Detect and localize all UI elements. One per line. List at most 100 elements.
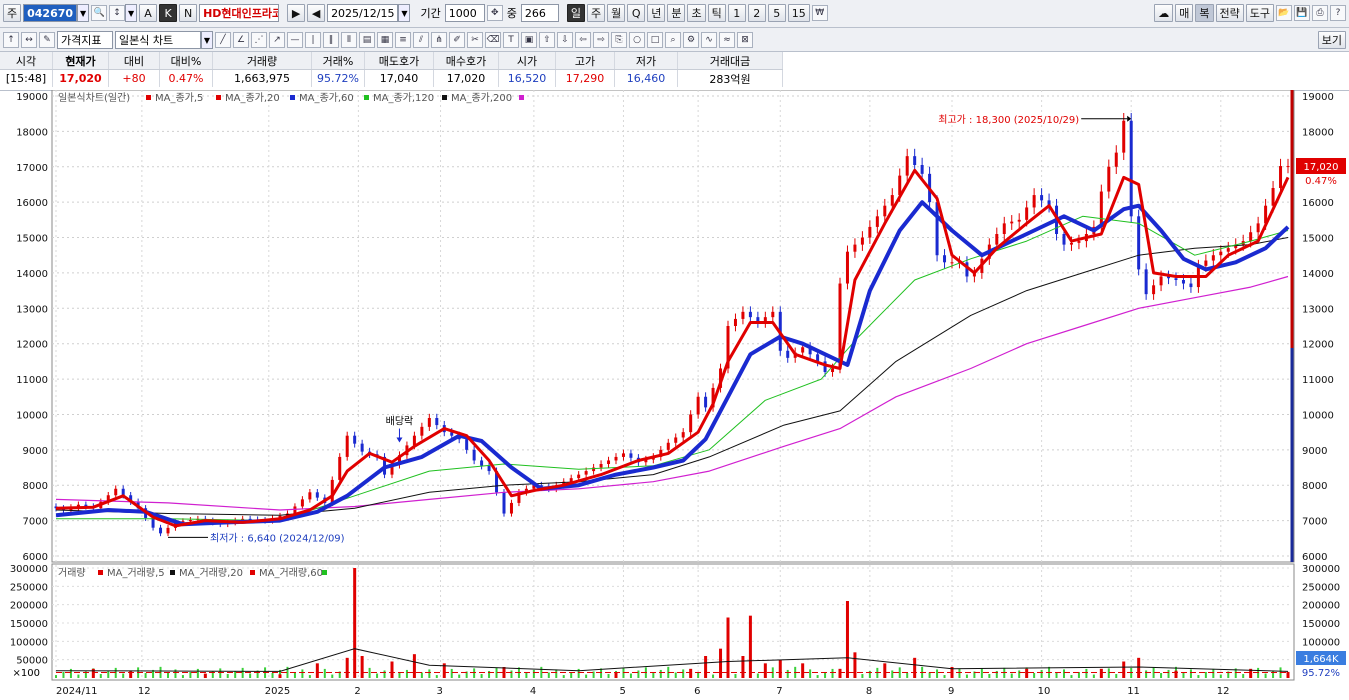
interval-2-button[interactable]: 2 — [747, 4, 766, 22]
wave-icon[interactable]: ∿ — [701, 32, 717, 48]
page-icon[interactable]: ⎘ — [611, 32, 627, 48]
fib-tool-icon[interactable]: ≡ — [395, 32, 411, 48]
chevron-down-icon[interactable]: ▼ — [77, 4, 90, 22]
interval-1-button[interactable]: 1 — [727, 4, 746, 22]
rect-tool-icon[interactable]: □ — [647, 32, 663, 48]
vgrid-tool-icon[interactable]: ‖ — [323, 32, 339, 48]
candle-body — [1002, 223, 1006, 234]
image-tool-icon[interactable]: ▣ — [521, 32, 537, 48]
market-k-button[interactable]: K — [159, 4, 178, 22]
interval-minute-button[interactable]: 분 — [667, 4, 686, 22]
candle-body — [1122, 120, 1126, 153]
interval-second-button[interactable]: 초 — [687, 4, 706, 22]
channel-tool-icon[interactable]: ⫽ — [413, 32, 429, 48]
stock-chart[interactable]: 6000 60007000 70008000 80009000 900010000 100… — [0, 90, 1349, 700]
crosshair-icon[interactable]: ✥ — [486, 5, 503, 21]
stock-code-input[interactable]: 042670 — [23, 4, 78, 22]
date-input[interactable]: 2025/12/15 — [327, 4, 399, 22]
chevron-down-icon[interactable]: ▼ — [398, 4, 411, 22]
angle-tool-icon[interactable]: ∠ — [233, 32, 249, 48]
save-icon[interactable]: 💾 — [1294, 5, 1310, 21]
won-icon[interactable]: ₩ — [811, 5, 828, 21]
help-icon[interactable]: ? — [1330, 5, 1346, 21]
market-n-button[interactable]: N — [179, 4, 198, 22]
market-prefix-button[interactable]: 주 — [3, 4, 22, 22]
interval-week-button[interactable]: 주 — [586, 4, 606, 22]
interval-quarter-button[interactable]: Q — [627, 4, 646, 22]
period-input[interactable]: 1000 — [444, 4, 485, 22]
volume-bar — [689, 668, 693, 678]
quote-header: 거래대금 — [677, 52, 783, 70]
chevron-down-icon[interactable]: ▼ — [125, 4, 138, 22]
volume-bar — [898, 667, 901, 678]
hline-tool-icon[interactable]: — — [287, 32, 303, 48]
candle-body — [995, 234, 999, 245]
pitchfork-tool-icon[interactable]: ⋔ — [431, 32, 447, 48]
play-icon[interactable]: ▶ — [287, 4, 306, 22]
volume-bar — [809, 669, 812, 678]
chevron-down-icon[interactable]: ▼ — [201, 31, 213, 49]
line-tool-icon[interactable]: ╱ — [215, 32, 231, 48]
volume-bar — [562, 675, 565, 678]
grid-tool-icon[interactable]: ▦ — [377, 32, 393, 48]
interval-day-button[interactable]: 일 — [566, 4, 585, 22]
back-icon[interactable]: ◀ — [307, 4, 326, 22]
volume-bar — [726, 617, 730, 678]
up-icon[interactable]: ⇧ — [539, 32, 555, 48]
indicator-select[interactable]: 가격지표 — [57, 31, 113, 49]
gear-icon[interactable]: ⚙ — [683, 32, 699, 48]
interval-tick-button[interactable]: 틱 — [707, 4, 726, 22]
arrow-up-icon[interactable]: ↑ — [3, 32, 19, 48]
volume-bar — [943, 675, 946, 678]
pencil-tool-icon[interactable]: ✐ — [449, 32, 465, 48]
volume-tick-label-right: 300000 — [1302, 564, 1340, 575]
search-icon[interactable]: 🔍 — [91, 5, 108, 21]
down-icon[interactable]: ⇩ — [557, 32, 573, 48]
interval-15-button[interactable]: 15 — [787, 4, 810, 22]
volume-bar — [719, 648, 723, 678]
candle-body — [733, 318, 737, 326]
interval-year-button[interactable]: 년 — [647, 4, 666, 22]
strategy-button[interactable]: 전략 — [1215, 4, 1244, 22]
candle-body — [935, 202, 939, 256]
left-icon[interactable]: ⇦ — [575, 32, 591, 48]
export-icon[interactable]: ⊠ — [737, 32, 753, 48]
text-tool-icon[interactable]: T — [503, 32, 519, 48]
wave2-icon[interactable]: ≈ — [719, 32, 735, 48]
buy-button[interactable]: 매 — [1175, 4, 1194, 22]
main-toolbar: 주 042670 ▼ 🔍 ↕ ▼ A K N HD현대인프라코어 ▶ ◀ 202… — [0, 0, 1349, 28]
arrows-horizontal-icon[interactable]: ↔ — [21, 32, 37, 48]
date-tick-label: 12 — [138, 686, 151, 697]
duplicate-button[interactable]: 복 — [1195, 4, 1214, 22]
print-icon[interactable]: ⎙ — [1312, 5, 1328, 21]
table-tool-icon[interactable]: ▤ — [359, 32, 375, 48]
folder-icon[interactable]: 📂 — [1276, 5, 1292, 21]
tools-button[interactable]: 도구 — [1245, 4, 1274, 22]
volume-bar — [450, 668, 453, 678]
interval-month-button[interactable]: 월 — [607, 4, 626, 22]
vline-tool-icon[interactable]: | — [305, 32, 321, 48]
volume-bar — [376, 673, 379, 678]
zoom-icon[interactable]: ⌕ — [665, 32, 681, 48]
price-tick-label-right: 15000 — [1302, 234, 1334, 245]
interval-5-button[interactable]: 5 — [767, 4, 786, 22]
vgrid2-tool-icon[interactable]: ⦀ — [341, 32, 357, 48]
quote-amount: 283억원 — [677, 69, 783, 87]
eraser-icon[interactable]: ⌫ — [485, 32, 501, 48]
circle-tool-icon[interactable]: ○ — [629, 32, 645, 48]
market-a-button[interactable]: A — [139, 4, 158, 22]
count-input[interactable]: 266 — [520, 4, 559, 22]
ray-tool-icon[interactable]: ↗ — [269, 32, 285, 48]
sort-icon[interactable]: ↕ — [109, 5, 126, 21]
scissors-icon[interactable]: ✂ — [467, 32, 483, 48]
right-icon[interactable]: ⇨ — [593, 32, 609, 48]
volume-bar — [1182, 672, 1185, 678]
candle-body — [1069, 242, 1073, 245]
cloud-icon[interactable]: ☁ — [1154, 4, 1174, 22]
volume-bar — [144, 673, 147, 678]
edit-icon[interactable]: ✎ — [39, 32, 55, 48]
volume-bar — [1174, 670, 1178, 678]
view-button[interactable]: 보기 — [1317, 31, 1346, 49]
chart-type-select[interactable]: 일본식 차트 — [115, 31, 201, 49]
fan-tool-icon[interactable]: ⋰ — [251, 32, 267, 48]
